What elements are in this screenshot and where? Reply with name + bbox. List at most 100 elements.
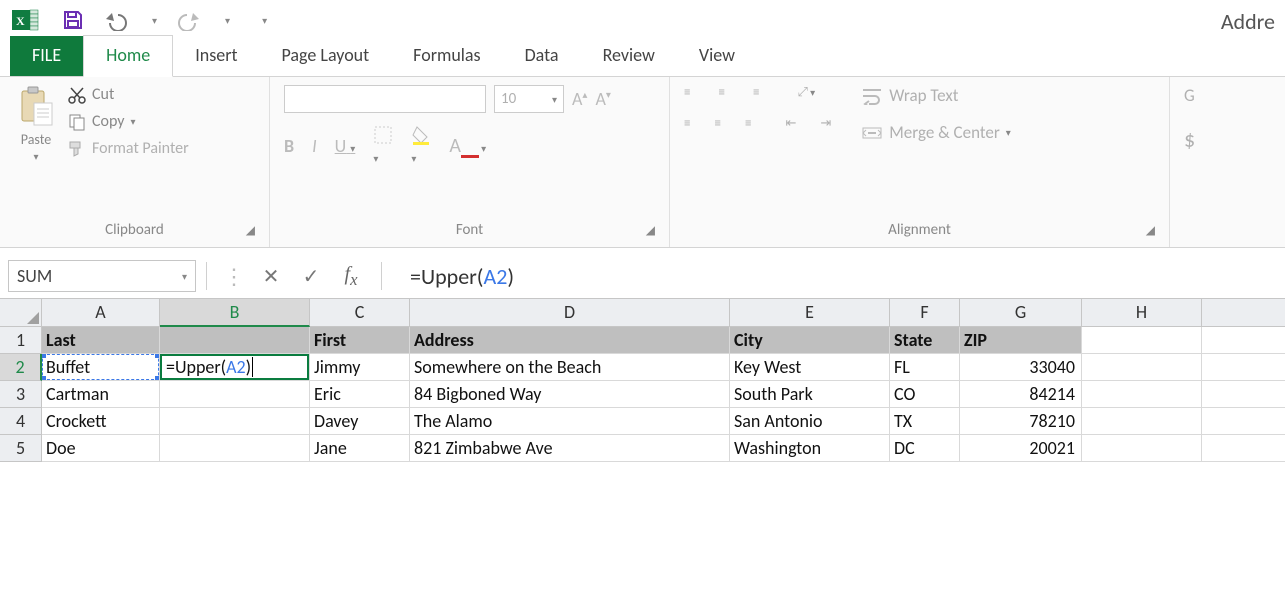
row-header-5[interactable]: 5 — [0, 435, 42, 462]
font-size-select[interactable]: 10▾ — [494, 85, 564, 113]
row-header-3[interactable]: 3 — [0, 381, 42, 408]
tab-home[interactable]: Home — [83, 35, 173, 77]
cell-D1[interactable]: Address — [410, 327, 730, 354]
row-header-4[interactable]: 4 — [0, 408, 42, 435]
redo-dropdown-icon[interactable]: ▾ — [225, 14, 230, 27]
decrease-font-icon[interactable]: A▾ — [595, 88, 610, 110]
accounting-format-partial[interactable]: $ — [1184, 126, 1196, 153]
increase-indent-icon[interactable]: ⇥ — [820, 116, 831, 131]
tab-page-layout[interactable]: Page Layout — [260, 36, 392, 76]
cell-A3[interactable]: Cartman — [42, 381, 160, 408]
col-header-D[interactable]: D — [410, 299, 730, 327]
font-color-button[interactable]: A ▾ — [449, 134, 486, 158]
tab-file[interactable]: FILE — [10, 36, 83, 76]
paste-button[interactable]: Paste ▾ — [14, 85, 58, 221]
cell-G2[interactable]: 33040 — [960, 354, 1082, 381]
cell-D2[interactable]: Somewhere on the Beach — [410, 354, 730, 381]
customize-qat-icon[interactable]: ▾ — [262, 14, 267, 27]
cell-B4[interactable] — [160, 408, 310, 435]
undo-icon[interactable] — [104, 9, 132, 31]
spreadsheet-grid[interactable]: A B C D E F G H 1 Last First Address Cit… — [0, 299, 1285, 462]
tab-data[interactable]: Data — [503, 36, 581, 76]
increase-font-icon[interactable]: A▴ — [572, 88, 587, 110]
cell-G1[interactable]: ZIP — [960, 327, 1082, 354]
cell-H1[interactable] — [1082, 327, 1202, 354]
undo-dropdown-icon[interactable]: ▾ — [152, 14, 157, 27]
cell-I4[interactable] — [1202, 408, 1285, 435]
decrease-indent-icon[interactable]: ⇤ — [785, 116, 796, 131]
cell-A5[interactable]: Doe — [42, 435, 160, 462]
cell-D5[interactable]: 821 Zimbabwe Ave — [410, 435, 730, 462]
cell-I5[interactable] — [1202, 435, 1285, 462]
enter-formula-button[interactable]: ✓ — [291, 264, 331, 289]
col-header-F[interactable]: F — [890, 299, 960, 327]
wrap-text-button[interactable]: Wrap Text — [861, 85, 1011, 106]
align-top-icon[interactable]: ≡ — [684, 85, 690, 100]
cell-C1[interactable]: First — [310, 327, 410, 354]
tab-view[interactable]: View — [677, 36, 757, 76]
select-all-button[interactable] — [0, 299, 42, 327]
format-painter-button[interactable]: Format Painter — [68, 139, 189, 158]
col-header-G[interactable]: G — [960, 299, 1082, 327]
cell-B3[interactable] — [160, 381, 310, 408]
align-left-icon[interactable]: ≡ — [684, 116, 690, 131]
cell-I2[interactable] — [1202, 354, 1285, 381]
name-box[interactable]: SUM ▾ — [8, 260, 196, 292]
cell-H2[interactable] — [1082, 354, 1202, 381]
borders-button[interactable]: ▾ — [373, 125, 393, 167]
cell-G3[interactable]: 84214 — [960, 381, 1082, 408]
cell-D3[interactable]: 84 Bigboned Way — [410, 381, 730, 408]
cell-D4[interactable]: The Alamo — [410, 408, 730, 435]
cell-E3[interactable]: South Park — [730, 381, 890, 408]
cell-E4[interactable]: San Antonio — [730, 408, 890, 435]
align-center-icon[interactable]: ≡ — [714, 116, 720, 131]
font-name-select[interactable] — [284, 85, 486, 113]
cell-I1[interactable] — [1202, 327, 1285, 354]
cell-C5[interactable]: Jane — [310, 435, 410, 462]
underline-button[interactable]: U ▾ — [335, 135, 356, 157]
row-header-1[interactable]: 1 — [0, 327, 42, 354]
cell-I3[interactable] — [1202, 381, 1285, 408]
redo-icon[interactable] — [177, 9, 205, 31]
cell-F4[interactable]: TX — [890, 408, 960, 435]
cell-G5[interactable]: 20021 — [960, 435, 1082, 462]
copy-dropdown-icon[interactable]: ▾ — [131, 115, 136, 128]
tab-insert[interactable]: Insert — [173, 36, 259, 76]
save-icon[interactable] — [62, 9, 84, 31]
cell-A1[interactable]: Last — [42, 327, 160, 354]
cut-button[interactable]: Cut — [68, 85, 189, 104]
copy-button[interactable]: Copy ▾ — [68, 112, 189, 131]
cell-E2[interactable]: Key West — [730, 354, 890, 381]
cell-F3[interactable]: CO — [890, 381, 960, 408]
col-header-B[interactable]: B — [160, 299, 310, 327]
merge-center-button[interactable]: Merge & Center ▾ — [861, 122, 1011, 143]
formula-input[interactable]: =Upper(A2) — [392, 263, 1277, 290]
col-header-extra[interactable] — [1202, 299, 1285, 327]
insert-function-button[interactable]: fx — [331, 263, 371, 290]
tab-formulas[interactable]: Formulas — [391, 36, 502, 76]
fill-color-button[interactable]: ▾ — [411, 125, 431, 167]
cell-H4[interactable] — [1082, 408, 1202, 435]
col-header-E[interactable]: E — [730, 299, 890, 327]
cell-G4[interactable]: 78210 — [960, 408, 1082, 435]
cell-F2[interactable]: FL — [890, 354, 960, 381]
cell-C3[interactable]: Eric — [310, 381, 410, 408]
bold-button[interactable]: B — [284, 135, 294, 157]
cell-C4[interactable]: Davey — [310, 408, 410, 435]
number-format-partial[interactable]: G — [1184, 85, 1196, 106]
cell-B1[interactable] — [160, 327, 310, 354]
cancel-formula-button[interactable]: ✕ — [251, 264, 291, 289]
italic-button[interactable]: I — [312, 135, 317, 157]
cell-C2[interactable]: Jimmy — [310, 354, 410, 381]
cell-B2-editing[interactable]: =Upper(A2) — [160, 354, 310, 381]
row-header-2[interactable]: 2 — [0, 354, 42, 381]
cell-E5[interactable]: Washington — [730, 435, 890, 462]
col-header-A[interactable]: A — [42, 299, 160, 327]
name-box-dropdown-icon[interactable]: ▾ — [182, 270, 187, 283]
font-dialog-launcher-icon[interactable]: ◢ — [646, 223, 655, 238]
merge-dropdown-icon[interactable]: ▾ — [1006, 126, 1011, 139]
cell-F1[interactable]: State — [890, 327, 960, 354]
cell-A2[interactable]: Buffet — [42, 354, 160, 381]
align-bottom-icon[interactable]: ≡ — [753, 85, 759, 100]
alignment-dialog-launcher-icon[interactable]: ◢ — [1146, 223, 1155, 238]
